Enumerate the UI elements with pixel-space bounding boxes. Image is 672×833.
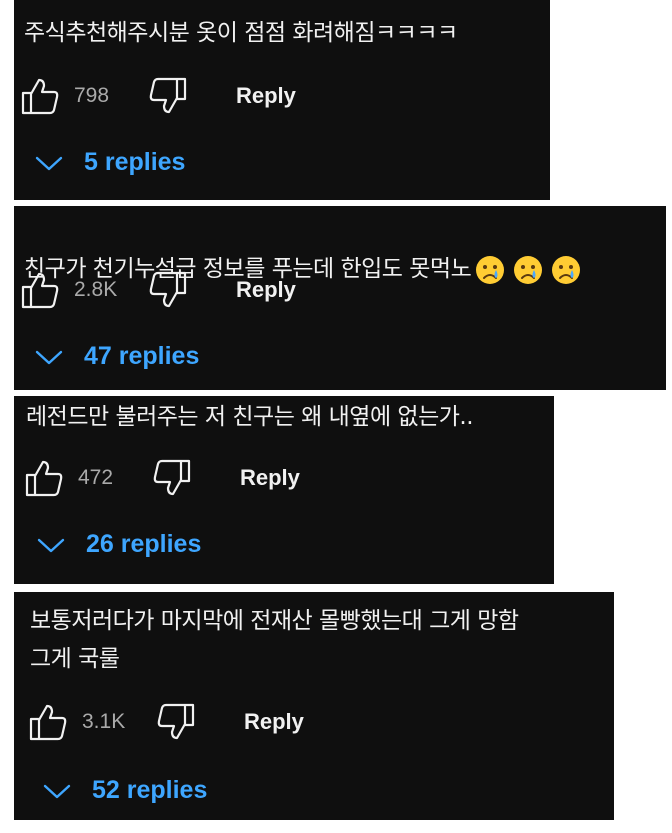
crying-face-icon bbox=[475, 255, 505, 285]
view-replies-button[interactable]: 5 replies bbox=[34, 148, 185, 177]
like-count: 798 bbox=[74, 84, 110, 107]
replies-label: 5 replies bbox=[84, 148, 186, 176]
view-replies-button[interactable]: 47 replies bbox=[34, 342, 199, 371]
comment-text: 주식추천해주시분 옷이 점점 화려해짐ㅋㅋㅋㅋ bbox=[24, 20, 458, 46]
crying-face-icon bbox=[513, 255, 543, 285]
like-count: 2.8K bbox=[74, 278, 118, 301]
comment-actions: 798 Reply bbox=[20, 76, 296, 116]
comment-card: 친구가 천기누설급 정보를 푸는데 한입도 못먹노 2.8K Reply 47 … bbox=[14, 206, 666, 390]
chevron-down-icon bbox=[34, 153, 64, 173]
dislike-icon[interactable] bbox=[156, 702, 196, 742]
like-icon[interactable] bbox=[28, 702, 68, 742]
comment-text: 보통저러다가 마지막에 전재산 몰빵했는대 그게 망함 그게 국룰 bbox=[30, 608, 519, 672]
view-replies-button[interactable]: 26 replies bbox=[36, 530, 201, 559]
comment-card: 주식추천해주시분 옷이 점점 화려해짐ㅋㅋㅋㅋ 798 Reply 5 repl… bbox=[14, 0, 550, 200]
like-count: 472 bbox=[78, 466, 114, 489]
chevron-down-icon bbox=[34, 347, 64, 367]
comment-text: 레전드만 불러주는 저 친구는 왜 내옆에 없는가.. bbox=[26, 404, 474, 430]
comment-actions: 472 Reply bbox=[24, 458, 300, 498]
comment-actions: 3.1K Reply bbox=[28, 702, 304, 742]
dislike-icon[interactable] bbox=[148, 76, 188, 116]
crying-face-icon bbox=[551, 255, 581, 285]
reply-button[interactable]: Reply bbox=[244, 709, 304, 735]
comment-actions: 2.8K Reply bbox=[20, 270, 296, 310]
replies-label: 26 replies bbox=[86, 530, 202, 558]
dislike-icon[interactable] bbox=[152, 458, 192, 498]
like-icon[interactable] bbox=[20, 76, 60, 116]
like-icon[interactable] bbox=[24, 458, 64, 498]
replies-label: 52 replies bbox=[92, 776, 208, 804]
replies-label: 47 replies bbox=[84, 342, 200, 370]
view-replies-button[interactable]: 52 replies bbox=[42, 776, 207, 805]
comment-card: 보통저러다가 마지막에 전재산 몰빵했는대 그게 망함 그게 국룰 3.1K R… bbox=[14, 592, 614, 820]
comment-card: 레전드만 불러주는 저 친구는 왜 내옆에 없는가.. 472 Reply 26… bbox=[14, 396, 554, 584]
chevron-down-icon bbox=[42, 781, 72, 801]
like-icon[interactable] bbox=[20, 270, 60, 310]
chevron-down-icon bbox=[36, 535, 66, 555]
like-count: 3.1K bbox=[82, 710, 126, 733]
reply-button[interactable]: Reply bbox=[236, 277, 296, 303]
reply-button[interactable]: Reply bbox=[236, 83, 296, 109]
reply-button[interactable]: Reply bbox=[240, 465, 300, 491]
dislike-icon[interactable] bbox=[148, 270, 188, 310]
